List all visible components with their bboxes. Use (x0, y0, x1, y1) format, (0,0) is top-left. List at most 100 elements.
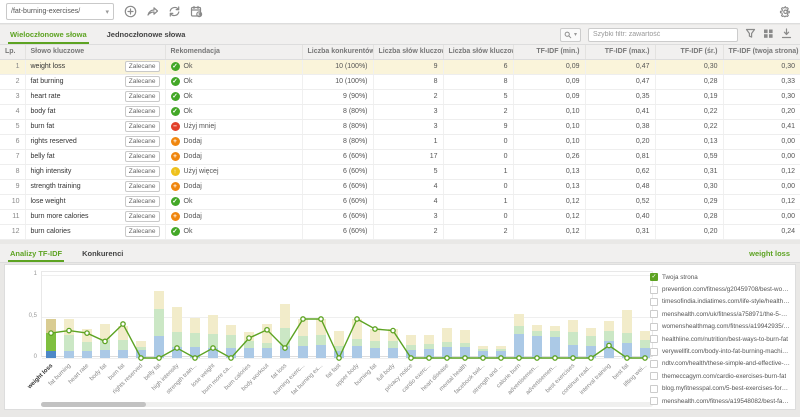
legend-item[interactable]: ndtv.com/health/these-simple-and-effecti… (650, 358, 790, 370)
chart-scrollbar[interactable] (41, 402, 653, 407)
status-badge: Zalecane (125, 151, 160, 162)
col-competitors[interactable]: Liczba konkurentów ▾ (302, 45, 373, 59)
refresh-button[interactable] (168, 5, 181, 18)
line-point-marker (67, 328, 71, 332)
legend-item[interactable]: womenshealthmag.com/fitness/a19942935/b.… (650, 321, 790, 333)
legend-item[interactable]: healthline.com/nutrition/best-ways-to-bu… (650, 333, 790, 345)
col-tfidf-max[interactable]: TF-IDF (max.) (585, 45, 655, 59)
url-select[interactable]: /fat-burning-exercises/ ▾ (6, 3, 114, 20)
recommendation-label: Dodaj (184, 183, 202, 190)
cell-keywords-a: 4 (373, 194, 443, 209)
table-row[interactable]: 2fat burningZalecane✓Ok10 (100%)880,090,… (0, 74, 800, 89)
cell-keywords-a: 3 (373, 119, 443, 134)
checkbox-icon[interactable] (650, 385, 658, 393)
download-icon[interactable] (781, 26, 792, 44)
tab-single-word[interactable]: Jednoczłonowe słowa (97, 25, 196, 44)
legend-item[interactable]: timesofindia.indiatimes.com/life-style/h… (650, 296, 790, 308)
filter-scope-select[interactable]: ▾ (560, 28, 581, 42)
cell-tfidf-max: 0,48 (585, 179, 655, 194)
recommendation-label: Ok (184, 108, 193, 115)
cell-tfidf-avg: 0,20 (655, 224, 723, 239)
columns-grid-icon[interactable] (763, 26, 774, 44)
table-row[interactable]: 9strength trainingZalecane+Dodaj6 (60%)4… (0, 179, 800, 194)
url-value: /fat-burning-exercises/ (11, 8, 80, 15)
cell-keywords-a: 2 (373, 89, 443, 104)
line-point-marker (355, 317, 359, 321)
cell-keywords-a: 5 (373, 164, 443, 179)
tab-competitors[interactable]: Konkurenci (72, 244, 133, 262)
add-url-button[interactable] (124, 5, 137, 18)
checkbox-icon[interactable] (650, 397, 658, 405)
table-row[interactable]: 7belly fatZalecane+Dodaj6 (60%)1700,260,… (0, 149, 800, 164)
checkbox-icon[interactable] (650, 310, 658, 318)
legend-item[interactable]: menshealth.com/uk/fitness/a758971/the-5-… (650, 308, 790, 320)
cell-tfidf-avg: 0,31 (655, 164, 723, 179)
col-tfidf-min[interactable]: TF-IDF (min.) (513, 45, 585, 59)
quick-filter-input[interactable] (588, 28, 738, 42)
recommendation-label: Ok (184, 78, 193, 85)
cell-tfidf-avg: 0,30 (655, 59, 723, 74)
legend-label: menshealth.com/fitness/a19548082/best-fa… (662, 398, 790, 405)
checkbox-icon[interactable] (650, 360, 658, 368)
checkbox-icon[interactable] (650, 372, 658, 380)
cell-tfidf-min: 0,12 (513, 194, 585, 209)
keyword-text: body fat (31, 108, 56, 115)
checkbox-icon[interactable] (650, 298, 658, 306)
checkbox-icon[interactable] (650, 286, 658, 294)
cell-tfidf-min: 0,13 (513, 164, 585, 179)
line-point-marker (373, 327, 377, 331)
line-point-marker (571, 356, 575, 360)
cell-tfidf-min: 0,10 (513, 134, 585, 149)
settings-gear-button[interactable] (779, 5, 792, 23)
keyword-text: high intensity (31, 168, 72, 175)
status-badge: Zalecane (125, 226, 160, 237)
schedule-button[interactable] (190, 5, 203, 18)
checkbox-icon[interactable] (650, 348, 658, 356)
table-row[interactable]: 11burn more caloriesZalecane+Dodaj6 (60%… (0, 209, 800, 224)
table-row[interactable]: 3heart rateZalecane✓Ok9 (90%)250,090,350… (0, 89, 800, 104)
col-keywords-b[interactable]: Liczba słów kluczowyc... (443, 45, 513, 59)
table-row[interactable]: 12burn caloriesZalecane✓Ok6 (60%)220,120… (0, 224, 800, 239)
keyword-table: Lp. Słowo kluczowe Rekomendacja Liczba k… (0, 45, 800, 240)
legend-item[interactable]: verywellfit.com/body-into-fat-burning-ma… (650, 345, 790, 357)
cell-tfidf-avg: 0,28 (655, 209, 723, 224)
recommendation-label: Użyj mniej (184, 123, 216, 130)
table-row[interactable]: 1weight lossZalecane✓Ok10 (100%)960,090,… (0, 59, 800, 74)
tab-tfidf-analysis[interactable]: Analizy TF-IDF (0, 244, 72, 262)
line-point-marker (517, 356, 521, 360)
cell-tfidf-avg: 0,22 (655, 119, 723, 134)
cell-competitors: 8 (80%) (302, 134, 373, 149)
checkbox-checked-icon[interactable]: ✓ (650, 273, 658, 281)
legend-item[interactable]: blog.myfitnesspal.com/5-best-exercises-f… (650, 383, 790, 395)
cell-tfidf-page: 0,33 (723, 74, 800, 89)
legend-item[interactable]: menshealth.com/fitness/a19548082/best-fa… (650, 395, 790, 407)
filter-funnel-icon[interactable] (745, 26, 756, 44)
checkbox-icon[interactable] (650, 323, 658, 331)
legend-item[interactable]: themeccagym.com/cardio-exercises-burn-fa… (650, 370, 790, 382)
recommendation-label: Dodaj (184, 138, 202, 145)
table-row[interactable]: 6rights reservedZalecane+Dodaj8 (80%)100… (0, 134, 800, 149)
table-row[interactable]: 5burn fatZalecane−Użyj mniej8 (80%)390,1… (0, 119, 800, 134)
keyword-text: burn more calories (31, 213, 89, 220)
legend-item-your-page[interactable]: ✓ Twoja strona (650, 271, 790, 283)
cell-tfidf-min: 0,12 (513, 209, 585, 224)
col-keywords-a[interactable]: Liczba słów kluczowyc... (373, 45, 443, 59)
table-row[interactable]: 10lose weightZalecane✓Ok6 (60%)410,120,5… (0, 194, 800, 209)
table-row[interactable]: 4body fatZalecane✓Ok8 (80%)320,100,410,2… (0, 104, 800, 119)
col-tfidf-page[interactable]: TF-IDF (twoja strona) (723, 45, 800, 59)
tab-multi-word[interactable]: Wieloczłonowe słowa (0, 25, 97, 44)
legend-item[interactable]: prevention.com/fitness/g20459708/best-wo… (650, 283, 790, 295)
table-row[interactable]: 8high intensityZalecane↑Użyj więcej6 (60… (0, 164, 800, 179)
legend-label: Twoja strona (662, 274, 698, 281)
checkbox-icon[interactable] (650, 335, 658, 343)
recommendation-icon: + (171, 182, 180, 191)
col-recommendation: Rekomendacja (165, 45, 302, 59)
line-point-marker (229, 356, 233, 360)
row-index: 4 (0, 104, 25, 119)
col-lp: Lp. (0, 45, 25, 59)
chart-scrollbar-thumb[interactable] (41, 402, 146, 407)
share-button[interactable] (146, 5, 159, 18)
cell-tfidf-max: 0,62 (585, 164, 655, 179)
legend-label: timesofindia.indiatimes.com/life-style/h… (662, 298, 790, 305)
col-tfidf-avg[interactable]: TF-IDF (śr.) (655, 45, 723, 59)
